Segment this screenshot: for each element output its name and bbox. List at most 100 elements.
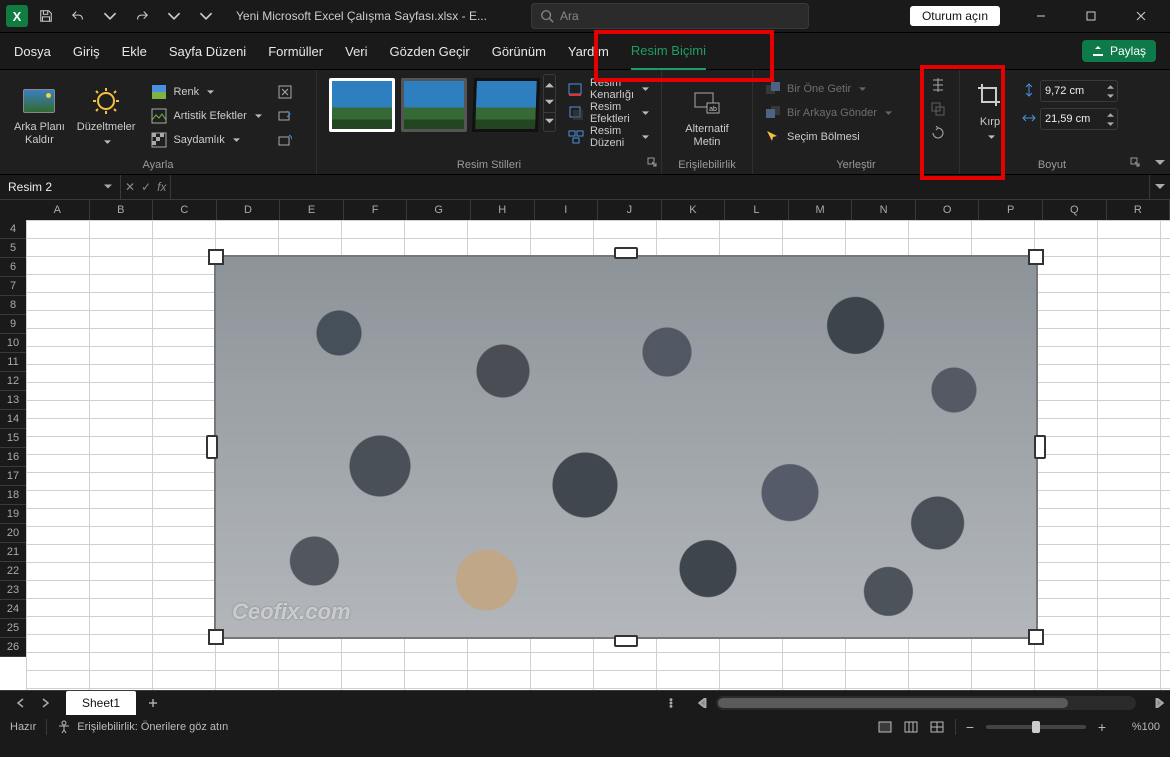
zoom-knob[interactable] bbox=[1032, 721, 1040, 733]
picture-layout-button[interactable]: Resim Düzeni bbox=[564, 126, 653, 148]
col-header-B[interactable]: B bbox=[90, 200, 154, 220]
formula-input[interactable] bbox=[171, 175, 1149, 199]
col-header-H[interactable]: H bbox=[471, 200, 535, 220]
zoom-slider[interactable] bbox=[986, 725, 1086, 729]
search-box[interactable]: Ara bbox=[531, 3, 809, 29]
col-header-R[interactable]: R bbox=[1107, 200, 1170, 220]
tab-file[interactable]: Dosya bbox=[14, 33, 51, 69]
tab-insert[interactable]: Ekle bbox=[122, 33, 147, 69]
share-button[interactable]: Paylaş bbox=[1082, 40, 1156, 62]
handle-tr[interactable] bbox=[1028, 249, 1044, 265]
zoom-out-button[interactable]: − bbox=[962, 719, 978, 735]
handle-l[interactable] bbox=[206, 435, 218, 459]
zoom-percentage[interactable]: %100 bbox=[1112, 721, 1160, 733]
align-button[interactable] bbox=[923, 74, 953, 96]
height-down[interactable] bbox=[1103, 91, 1117, 101]
row-header-22[interactable]: 22 bbox=[0, 562, 26, 581]
minimize-button[interactable] bbox=[1018, 0, 1064, 32]
select-all-corner[interactable] bbox=[0, 200, 27, 221]
tab-layout[interactable]: Sayfa Düzeni bbox=[169, 33, 246, 69]
col-header-E[interactable]: E bbox=[280, 200, 344, 220]
col-header-G[interactable]: G bbox=[407, 200, 471, 220]
enter-formula-button[interactable]: ✓ bbox=[141, 180, 151, 194]
expand-formula-bar[interactable] bbox=[1149, 175, 1170, 199]
reset-picture-button[interactable] bbox=[270, 129, 300, 151]
col-header-Q[interactable]: Q bbox=[1043, 200, 1107, 220]
style-preset-2[interactable] bbox=[401, 78, 467, 132]
col-header-K[interactable]: K bbox=[662, 200, 726, 220]
col-header-A[interactable]: A bbox=[26, 200, 90, 220]
handle-t[interactable] bbox=[614, 247, 638, 259]
add-sheet-button[interactable] bbox=[142, 692, 164, 714]
height-value[interactable] bbox=[1041, 85, 1103, 97]
row-header-10[interactable]: 10 bbox=[0, 334, 26, 353]
maximize-button[interactable] bbox=[1068, 0, 1114, 32]
handle-bl[interactable] bbox=[208, 629, 224, 645]
sign-in-button[interactable]: Oturum açın bbox=[910, 6, 1000, 26]
handle-r[interactable] bbox=[1034, 435, 1046, 459]
row-header-13[interactable]: 13 bbox=[0, 391, 26, 410]
height-up[interactable] bbox=[1103, 81, 1117, 91]
tab-help[interactable]: Yardım bbox=[568, 33, 609, 69]
height-input[interactable] bbox=[1040, 80, 1118, 102]
compress-picture-button[interactable] bbox=[270, 81, 300, 103]
hscroll-thumb[interactable] bbox=[718, 698, 1068, 708]
row-header-24[interactable]: 24 bbox=[0, 600, 26, 619]
scroll-sep[interactable] bbox=[660, 692, 682, 714]
row-header-20[interactable]: 20 bbox=[0, 524, 26, 543]
size-dialog-launcher[interactable] bbox=[1130, 156, 1140, 170]
row-header-11[interactable]: 11 bbox=[0, 353, 26, 372]
row-header-19[interactable]: 19 bbox=[0, 505, 26, 524]
hscroll-right[interactable] bbox=[1148, 692, 1170, 714]
col-header-D[interactable]: D bbox=[217, 200, 281, 220]
row-header-26[interactable]: 26 bbox=[0, 638, 26, 657]
corrections-button[interactable]: Düzeltmeler bbox=[71, 74, 142, 158]
alt-text-button[interactable]: ab Alternatif Metin bbox=[670, 74, 744, 162]
redo-dropdown[interactable] bbox=[160, 4, 188, 28]
next-sheet-button[interactable] bbox=[34, 692, 56, 714]
row-header-15[interactable]: 15 bbox=[0, 429, 26, 448]
sheet-tab-1[interactable]: Sheet1 bbox=[66, 691, 136, 715]
prev-sheet-button[interactable] bbox=[10, 692, 32, 714]
styles-gallery[interactable] bbox=[325, 74, 543, 136]
save-button[interactable] bbox=[32, 4, 60, 28]
col-header-C[interactable]: C bbox=[153, 200, 217, 220]
gallery-more-button[interactable] bbox=[543, 74, 556, 132]
change-picture-button[interactable] bbox=[270, 105, 300, 127]
crop-button[interactable]: Kırp bbox=[968, 74, 1012, 145]
transparency-button[interactable]: Saydamlık bbox=[147, 129, 265, 151]
tab-home[interactable]: Giriş bbox=[73, 33, 100, 69]
width-down[interactable] bbox=[1103, 119, 1117, 129]
artistic-effects-button[interactable]: Artistik Efektler bbox=[147, 105, 265, 127]
cancel-formula-button[interactable]: ✕ bbox=[125, 180, 135, 194]
undo-dropdown[interactable] bbox=[96, 4, 124, 28]
width-input[interactable] bbox=[1040, 108, 1118, 130]
close-button[interactable] bbox=[1118, 0, 1164, 32]
horizontal-scrollbar[interactable] bbox=[716, 696, 1136, 710]
width-value[interactable] bbox=[1041, 113, 1103, 125]
tab-picture-format[interactable]: Resim Biçimi bbox=[631, 32, 706, 70]
row-header-17[interactable]: 17 bbox=[0, 467, 26, 486]
handle-b[interactable] bbox=[614, 635, 638, 647]
row-header-12[interactable]: 12 bbox=[0, 372, 26, 391]
col-header-J[interactable]: J bbox=[598, 200, 662, 220]
qat-customize[interactable] bbox=[192, 4, 220, 28]
col-header-N[interactable]: N bbox=[852, 200, 916, 220]
row-header-8[interactable]: 8 bbox=[0, 296, 26, 315]
row-header-21[interactable]: 21 bbox=[0, 543, 26, 562]
picture-effects-button[interactable]: Resim Efektleri bbox=[564, 102, 653, 124]
row-header-25[interactable]: 25 bbox=[0, 619, 26, 638]
collapse-ribbon-button[interactable] bbox=[1150, 152, 1170, 174]
zoom-in-button[interactable]: + bbox=[1094, 719, 1110, 735]
styles-dialog-launcher[interactable] bbox=[647, 156, 657, 170]
row-header-9[interactable]: 9 bbox=[0, 315, 26, 334]
redo-button[interactable] bbox=[128, 4, 156, 28]
undo-button[interactable] bbox=[64, 4, 92, 28]
normal-view-button[interactable] bbox=[873, 717, 897, 737]
remove-background-button[interactable]: Arka Planı Kaldır bbox=[8, 74, 71, 158]
handle-tl[interactable] bbox=[208, 249, 224, 265]
row-header-16[interactable]: 16 bbox=[0, 448, 26, 467]
name-box[interactable]: Resim 2 bbox=[0, 175, 121, 199]
insert-function-button[interactable]: fx bbox=[157, 180, 166, 194]
col-header-L[interactable]: L bbox=[725, 200, 789, 220]
